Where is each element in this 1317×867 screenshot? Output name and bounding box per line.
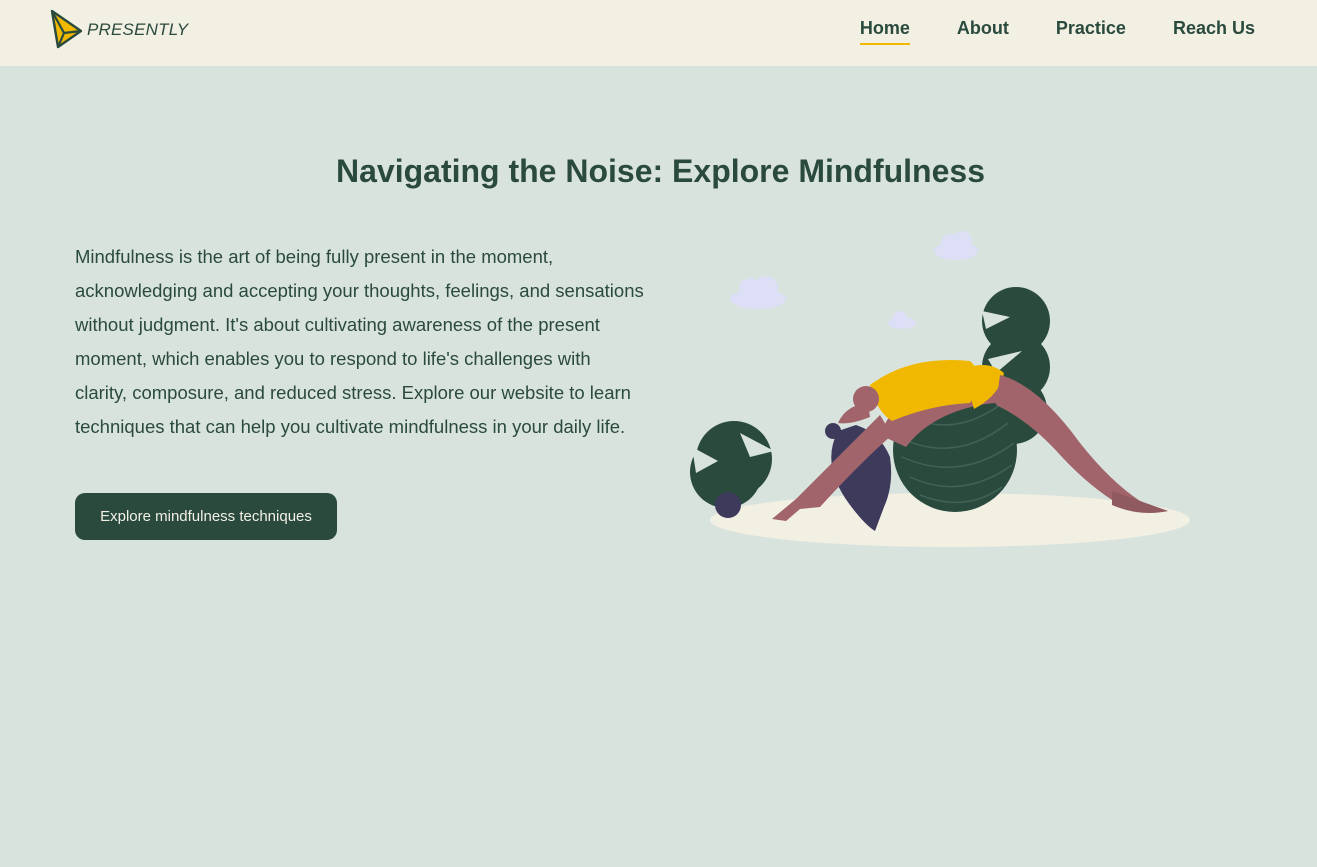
cloud-icon (934, 231, 978, 260)
nav-home[interactable]: Home (859, 18, 910, 45)
nav-practice[interactable]: Practice (1056, 18, 1126, 45)
nav-reach-us[interactable]: Reach Us (1173, 18, 1255, 45)
navbar: PRESENTLY Home About Practice Reach Us (0, 0, 1317, 66)
main-nav: Home About Practice Reach Us (813, 18, 1255, 45)
paper-plane-logo-icon (50, 9, 84, 49)
hero-description: Mindfulness is the art of being fully pr… (75, 246, 644, 437)
yoga-illustration (670, 225, 1200, 560)
brand-logo-link[interactable]: PRESENTLY (50, 9, 188, 49)
nav-about[interactable]: About (957, 18, 1009, 45)
hero-title: Navigating the Noise: Explore Mindfulnes… (336, 153, 985, 189)
cloud-icon (730, 276, 786, 309)
cloud-icon (888, 311, 916, 329)
brand-name: PRESENTLY (87, 20, 189, 39)
explore-techniques-button[interactable]: Explore mindfulness techniques (75, 493, 337, 540)
